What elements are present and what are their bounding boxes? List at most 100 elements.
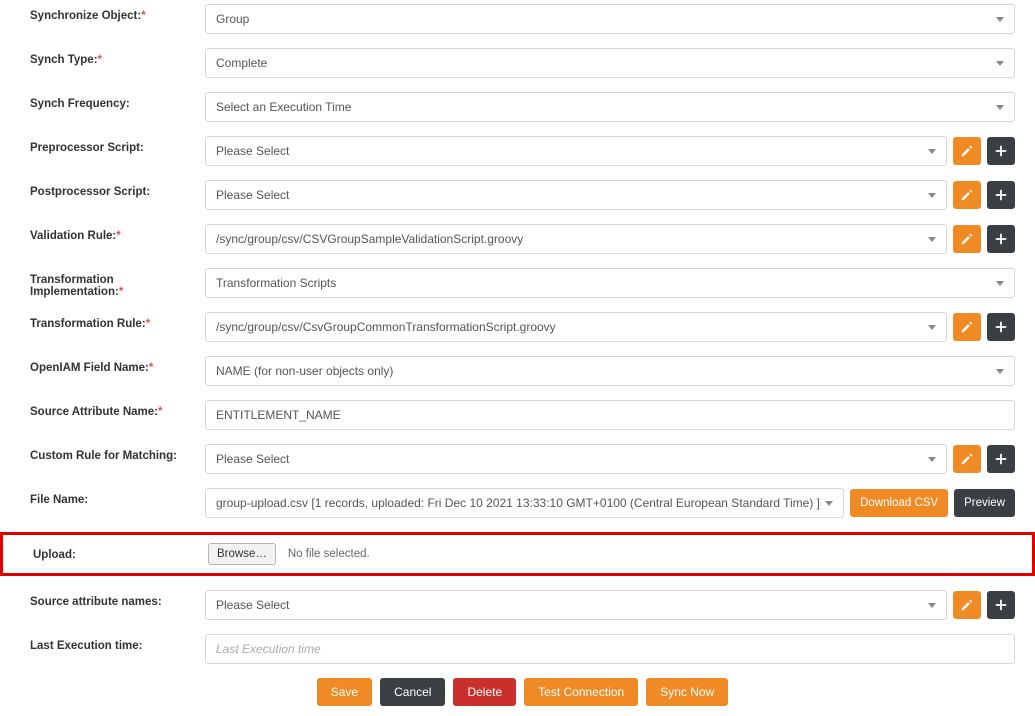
chevron-down-icon xyxy=(996,369,1004,374)
pencil-icon xyxy=(960,452,974,466)
synch-frequency-select[interactable]: Select an Execution Time xyxy=(205,92,1015,122)
select-value: NAME (for non-user objects only) xyxy=(216,364,393,378)
row-postprocessor: Postprocessor Script: Please Select xyxy=(30,180,1015,210)
select-value: Select an Execution Time xyxy=(216,100,351,114)
required-star: * xyxy=(116,230,120,242)
plus-icon xyxy=(994,320,1008,334)
row-upload-highlight: Upload: Browse… No file selected. xyxy=(0,532,1035,576)
label-text: Custom Rule for Matching: xyxy=(30,450,177,462)
select-value: Group xyxy=(216,12,249,26)
label-text: Transformation Implementation: xyxy=(30,274,119,298)
row-custom-rule: Custom Rule for Matching: Please Select xyxy=(30,444,1015,474)
preprocessor-select[interactable]: Please Select xyxy=(205,136,947,166)
preview-button[interactable]: Preview xyxy=(954,489,1015,517)
edit-button[interactable] xyxy=(953,591,981,619)
add-button[interactable] xyxy=(987,137,1015,165)
chevron-down-icon xyxy=(996,281,1004,286)
row-transform-impl: Transformation Implementation:* Transfor… xyxy=(30,268,1015,298)
label-text: File Name: xyxy=(30,494,88,506)
label-openiam-field: OpenIAM Field Name:* xyxy=(30,356,205,374)
label-upload: Upload: xyxy=(33,547,208,561)
row-source-attr: Source Attribute Name:* ENTITLEMENT_NAME xyxy=(30,400,1015,430)
select-value: /sync/group/csv/CsvGroupCommonTransforma… xyxy=(216,320,556,334)
pencil-icon xyxy=(960,188,974,202)
edit-button[interactable] xyxy=(953,313,981,341)
source-attr-input[interactable]: ENTITLEMENT_NAME xyxy=(205,400,1015,430)
required-star: * xyxy=(141,10,145,22)
browse-button[interactable]: Browse… xyxy=(208,543,276,565)
chevron-down-icon xyxy=(928,325,936,330)
label-transform-impl: Transformation Implementation:* xyxy=(30,268,205,298)
openiam-field-select[interactable]: NAME (for non-user objects only) xyxy=(205,356,1015,386)
label-synch-frequency: Synch Frequency: xyxy=(30,92,205,110)
postprocessor-select[interactable]: Please Select xyxy=(205,180,947,210)
add-button[interactable] xyxy=(987,313,1015,341)
select-value: Please Select xyxy=(216,452,289,466)
pencil-icon xyxy=(960,232,974,246)
chevron-down-icon xyxy=(928,457,936,462)
select-value: Transformation Scripts xyxy=(216,276,336,290)
row-last-exec: Last Execution time: Last Execution time xyxy=(30,634,1015,664)
row-openiam-field: OpenIAM Field Name:* NAME (for non-user … xyxy=(30,356,1015,386)
input-placeholder: Last Execution time xyxy=(216,642,321,656)
label-text: Preprocessor Script: xyxy=(30,142,144,154)
transform-impl-select[interactable]: Transformation Scripts xyxy=(205,268,1015,298)
row-synch-frequency: Synch Frequency: Select an Execution Tim… xyxy=(30,92,1015,122)
label-text: Postprocessor Script: xyxy=(30,186,150,198)
plus-icon xyxy=(994,144,1008,158)
label-text: Synch Type: xyxy=(30,54,98,66)
label-synch-type: Synch Type:* xyxy=(30,48,205,66)
synch-type-select[interactable]: Complete xyxy=(205,48,1015,78)
required-star: * xyxy=(98,54,102,66)
select-value: /sync/group/csv/CSVGroupSampleValidation… xyxy=(216,232,523,246)
sync-object-select[interactable]: Group xyxy=(205,4,1015,34)
label-source-attr-names: Source attribute names: xyxy=(30,590,205,608)
delete-button[interactable]: Delete xyxy=(453,678,516,706)
cancel-button[interactable]: Cancel xyxy=(380,678,445,706)
validation-rule-select[interactable]: /sync/group/csv/CSVGroupSampleValidation… xyxy=(205,224,947,254)
sync-now-button[interactable]: Sync Now xyxy=(646,678,728,706)
edit-button[interactable] xyxy=(953,181,981,209)
label-text: Source attribute names: xyxy=(30,596,162,608)
edit-button[interactable] xyxy=(953,225,981,253)
select-value: group-upload.csv [1 records, uploaded: F… xyxy=(216,496,820,510)
edit-button[interactable] xyxy=(953,445,981,473)
chevron-down-icon xyxy=(928,237,936,242)
source-attr-names-select[interactable]: Please Select xyxy=(205,590,947,620)
required-star: * xyxy=(158,406,162,418)
row-preprocessor: Preprocessor Script: Please Select xyxy=(30,136,1015,166)
chevron-down-icon xyxy=(928,193,936,198)
footer-actions: Save Cancel Delete Test Connection Sync … xyxy=(30,678,1015,706)
edit-button[interactable] xyxy=(953,137,981,165)
label-text: Validation Rule: xyxy=(30,230,116,242)
chevron-down-icon xyxy=(928,603,936,608)
label-text: Synch Frequency: xyxy=(30,98,130,110)
file-name-select[interactable]: group-upload.csv [1 records, uploaded: F… xyxy=(205,488,844,518)
label-text: Synchronize Object: xyxy=(30,10,141,22)
save-button[interactable]: Save xyxy=(317,678,372,706)
label-text: OpenIAM Field Name: xyxy=(30,362,149,374)
row-sync-object: Synchronize Object:* Group xyxy=(30,4,1015,34)
add-button[interactable] xyxy=(987,181,1015,209)
pencil-icon xyxy=(960,598,974,612)
add-button[interactable] xyxy=(987,445,1015,473)
row-file-name: File Name: group-upload.csv [1 records, … xyxy=(30,488,1015,518)
input-value: ENTITLEMENT_NAME xyxy=(216,408,341,422)
select-value: Please Select xyxy=(216,598,289,612)
transform-rule-select[interactable]: /sync/group/csv/CsvGroupCommonTransforma… xyxy=(205,312,947,342)
label-text: Last Execution time: xyxy=(30,640,142,652)
label-text: Transformation Rule: xyxy=(30,318,146,330)
pencil-icon xyxy=(960,320,974,334)
no-file-text: No file selected. xyxy=(288,548,370,560)
row-transform-rule: Transformation Rule:* /sync/group/csv/Cs… xyxy=(30,312,1015,342)
download-csv-button[interactable]: Download CSV xyxy=(850,489,948,517)
label-sync-object: Synchronize Object:* xyxy=(30,4,205,22)
add-button[interactable] xyxy=(987,225,1015,253)
select-value: Complete xyxy=(216,56,267,70)
custom-rule-select[interactable]: Please Select xyxy=(205,444,947,474)
row-synch-type: Synch Type:* Complete xyxy=(30,48,1015,78)
last-exec-input[interactable]: Last Execution time xyxy=(205,634,1015,664)
row-validation-rule: Validation Rule:* /sync/group/csv/CSVGro… xyxy=(30,224,1015,254)
add-button[interactable] xyxy=(987,591,1015,619)
test-connection-button[interactable]: Test Connection xyxy=(524,678,638,706)
